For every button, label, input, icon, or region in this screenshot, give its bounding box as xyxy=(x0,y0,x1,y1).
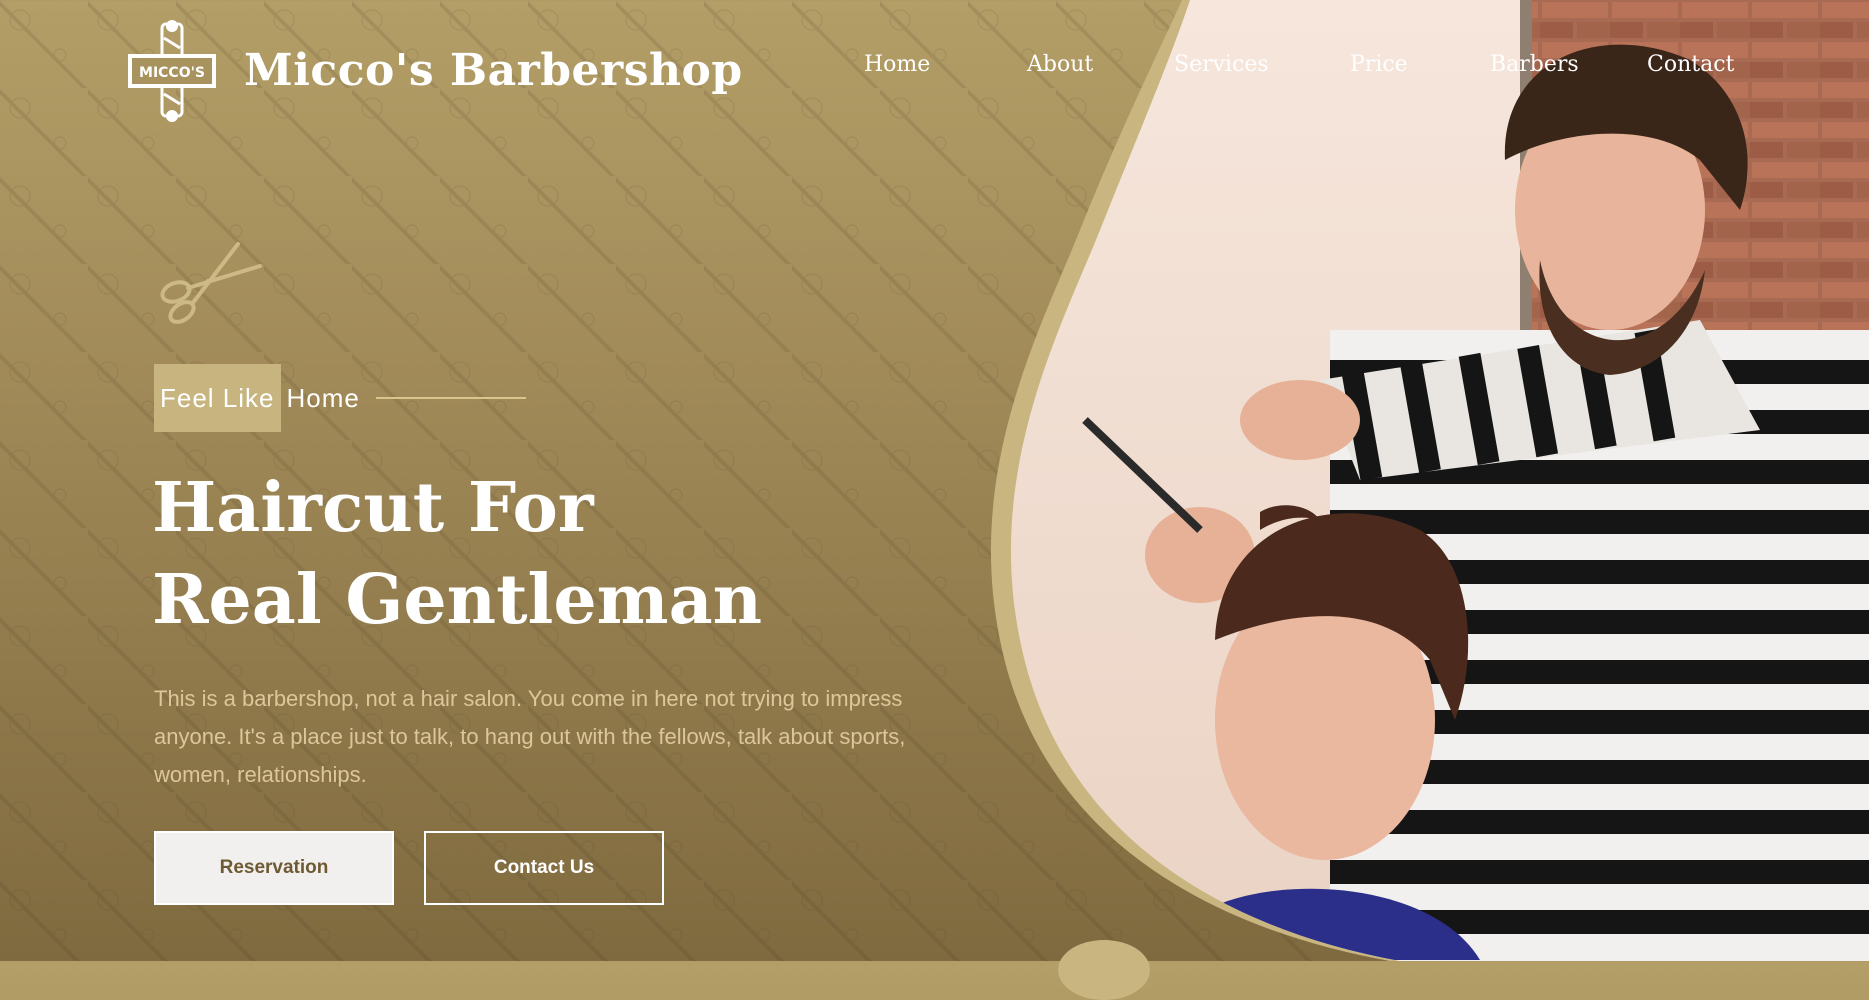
nav-about[interactable]: About xyxy=(1027,52,1093,77)
hero-description: This is a barbershop, not a hair salon. … xyxy=(154,686,906,787)
nav-contact[interactable]: Contact xyxy=(1647,52,1734,77)
hero-title: Haircut For Real Gentleman xyxy=(152,462,762,646)
scroll-indicator[interactable] xyxy=(1058,940,1150,1000)
hero-tagline: Feel Like Home xyxy=(154,364,526,432)
hero-title-line2: Real Gentleman xyxy=(152,560,763,640)
contact-us-button[interactable]: Contact Us xyxy=(424,831,664,905)
hero-title-line1: Haircut For xyxy=(152,468,594,548)
nav-home[interactable]: Home xyxy=(864,52,930,77)
nav-price[interactable]: Price xyxy=(1350,52,1408,77)
tagline-divider xyxy=(375,397,526,399)
main-nav: Home About Services Price Barbers Contac… xyxy=(0,52,1869,92)
tagline-rest: Home xyxy=(286,382,360,413)
nav-barbers[interactable]: Barbers xyxy=(1490,52,1579,77)
reservation-button[interactable]: Reservation xyxy=(154,831,394,905)
tagline-highlight: Feel Like xyxy=(154,364,281,432)
scissors-icon xyxy=(160,242,262,324)
nav-services[interactable]: Services xyxy=(1174,52,1269,77)
